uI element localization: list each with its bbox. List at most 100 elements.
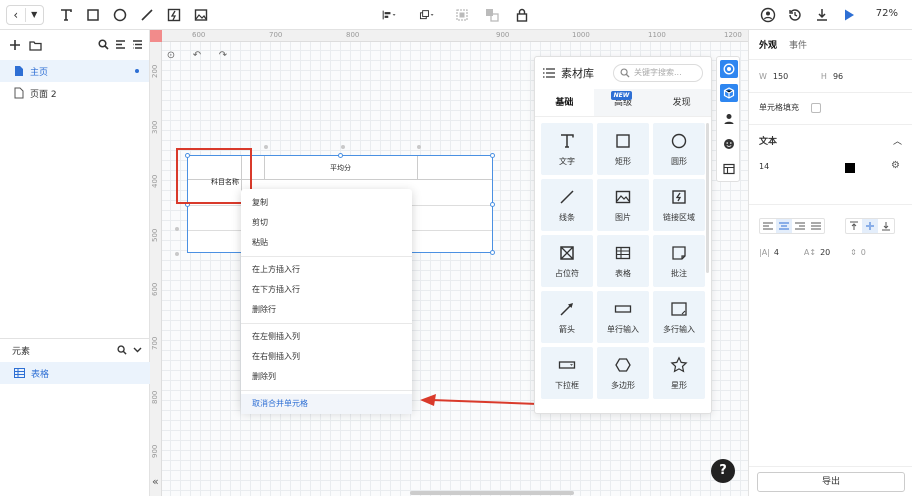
lock-icon[interactable] (514, 7, 530, 23)
target-icon[interactable]: ⊙ (164, 50, 178, 68)
align-right-icon[interactable] (792, 219, 808, 233)
library-item-polygon[interactable]: 多边形 (597, 347, 649, 399)
cell-fill-checkbox[interactable] (811, 102, 821, 113)
emoji-icon[interactable] (720, 135, 738, 153)
library-item-star[interactable]: 星形 (653, 347, 705, 399)
tab-discover[interactable]: 发现 (652, 89, 711, 116)
font-size-input[interactable]: 14 (759, 162, 769, 171)
align-bottom-icon[interactable] (878, 219, 894, 233)
align-left-icon[interactable] (760, 219, 776, 233)
link-area-tool-icon[interactable] (166, 7, 182, 23)
undo-icon[interactable]: ↶ (190, 50, 204, 68)
gear-icon[interactable]: ⚙ (891, 160, 900, 171)
ungroup-icon[interactable] (484, 7, 500, 23)
zoom-level[interactable]: 72% (876, 8, 898, 19)
template-icon[interactable] (720, 160, 738, 178)
menu-item-delete-row[interactable]: 删除行 (241, 300, 412, 320)
align-middle-icon[interactable] (862, 219, 878, 233)
history-icon[interactable] (787, 7, 803, 23)
library-item-image[interactable]: 图片 (597, 179, 649, 231)
library-item-link-area[interactable]: 链接区域 (653, 179, 705, 231)
circle-tool-icon[interactable] (112, 7, 128, 23)
library-scrollbar[interactable] (706, 123, 709, 273)
menu-item-copy[interactable]: 复制 (241, 193, 412, 213)
add-folder-icon[interactable] (28, 38, 42, 52)
sort-list-icon[interactable] (114, 38, 126, 50)
align-top-icon[interactable] (846, 219, 862, 233)
basic-components-icon[interactable] (720, 60, 738, 78)
canvas-horizontal-scrollbar[interactable] (410, 491, 574, 495)
line-tool-icon[interactable] (139, 7, 155, 23)
cube-components-icon[interactable] (720, 84, 738, 102)
library-item-rectangle[interactable]: 矩形 (597, 123, 649, 175)
library-search-input[interactable]: 关键字搜索... (613, 64, 703, 82)
caret-down-icon[interactable]: ▼ (26, 6, 44, 24)
align-dropdown-icon[interactable] (378, 7, 400, 23)
library-item-text[interactable]: 文字 (541, 123, 593, 175)
paragraph-spacing-input[interactable]: 0 (861, 248, 866, 257)
person-icon[interactable] (720, 110, 738, 128)
column-handle[interactable] (417, 145, 421, 149)
page-item-page2[interactable]: 页面 2 (0, 82, 149, 104)
tab-basic[interactable]: 基础 (535, 89, 594, 116)
add-page-icon[interactable] (8, 38, 22, 52)
chevron-up-icon[interactable]: ︿ (893, 134, 902, 147)
page-item-home[interactable]: 主页 (0, 60, 149, 82)
play-preview-icon[interactable] (841, 7, 857, 23)
menu-item-paste[interactable]: 粘贴 (241, 233, 412, 253)
menu-item-insert-row-below[interactable]: 在下方插入行 (241, 280, 412, 300)
column-handle[interactable] (341, 145, 345, 149)
group-icon[interactable] (454, 7, 470, 23)
line-height-input[interactable]: 20 (820, 248, 850, 257)
column-handle[interactable] (264, 145, 268, 149)
library-item-placeholder[interactable]: 占位符 (541, 235, 593, 287)
letter-spacing-input[interactable]: 4 (774, 248, 804, 257)
tab-events[interactable]: 事件 (789, 38, 807, 51)
chevron-down-icon[interactable] (133, 345, 142, 358)
menu-item-unmerge-cells[interactable]: 取消合并单元格 (241, 394, 412, 414)
resize-handle[interactable] (490, 250, 495, 255)
width-input[interactable]: 150 (773, 72, 821, 81)
tab-advanced[interactable]: 高级 NEW (593, 89, 653, 116)
download-icon[interactable] (814, 7, 830, 23)
library-item-annotation[interactable]: 批注 (653, 235, 705, 287)
menu-item-delete-col[interactable]: 删除列 (241, 367, 412, 387)
user-icon[interactable] (760, 7, 776, 23)
library-item-arrow[interactable]: 箭头 (541, 291, 593, 343)
library-item-multi-input[interactable]: 多行输入 (653, 291, 705, 343)
library-item-circle[interactable]: 圆形 (653, 123, 705, 175)
export-button[interactable]: 导出 (757, 472, 905, 492)
collapse-panel-icon[interactable]: « (152, 475, 159, 488)
library-item-table[interactable]: 表格 (597, 235, 649, 287)
row-handle[interactable] (175, 227, 179, 231)
menu-item-insert-row-above[interactable]: 在上方插入行 (241, 260, 412, 280)
align-justify-icon[interactable] (808, 219, 824, 233)
arrange-dropdown-icon[interactable] (416, 7, 438, 23)
height-input[interactable]: 96 (833, 72, 843, 81)
menu-item-insert-col-right[interactable]: 在右侧插入列 (241, 347, 412, 367)
redo-icon[interactable]: ↷ (216, 50, 230, 68)
resize-handle[interactable] (490, 202, 495, 207)
collapse-list-icon[interactable] (131, 38, 143, 50)
chevron-left-icon[interactable]: ‹ (7, 6, 25, 24)
library-item-line[interactable]: 线条 (541, 179, 593, 231)
resize-handle[interactable] (490, 153, 495, 158)
rectangle-tool-icon[interactable] (85, 7, 101, 23)
help-button[interactable]: ? (711, 459, 735, 483)
library-item-dropdown[interactable]: 下拉框 (541, 347, 593, 399)
align-center-icon[interactable] (776, 219, 792, 233)
element-item-table[interactable]: 表格 (0, 362, 150, 384)
text-tool-icon[interactable] (58, 7, 74, 23)
tab-appearance[interactable]: 外观 (759, 38, 777, 51)
table-cell-average[interactable]: 平均分 (330, 163, 351, 173)
search-icon[interactable] (117, 345, 127, 358)
resize-handle[interactable] (338, 153, 343, 158)
image-tool-icon[interactable] (193, 7, 209, 23)
menu-item-cut[interactable]: 剪切 (241, 213, 412, 233)
search-icon[interactable] (97, 38, 109, 50)
menu-item-insert-col-left[interactable]: 在左侧插入列 (241, 327, 412, 347)
text-color-swatch[interactable] (845, 163, 855, 173)
back-menu-button[interactable]: ‹ ▼ (6, 5, 44, 25)
library-item-single-input[interactable]: 单行输入 (597, 291, 649, 343)
row-handle[interactable] (175, 252, 179, 256)
